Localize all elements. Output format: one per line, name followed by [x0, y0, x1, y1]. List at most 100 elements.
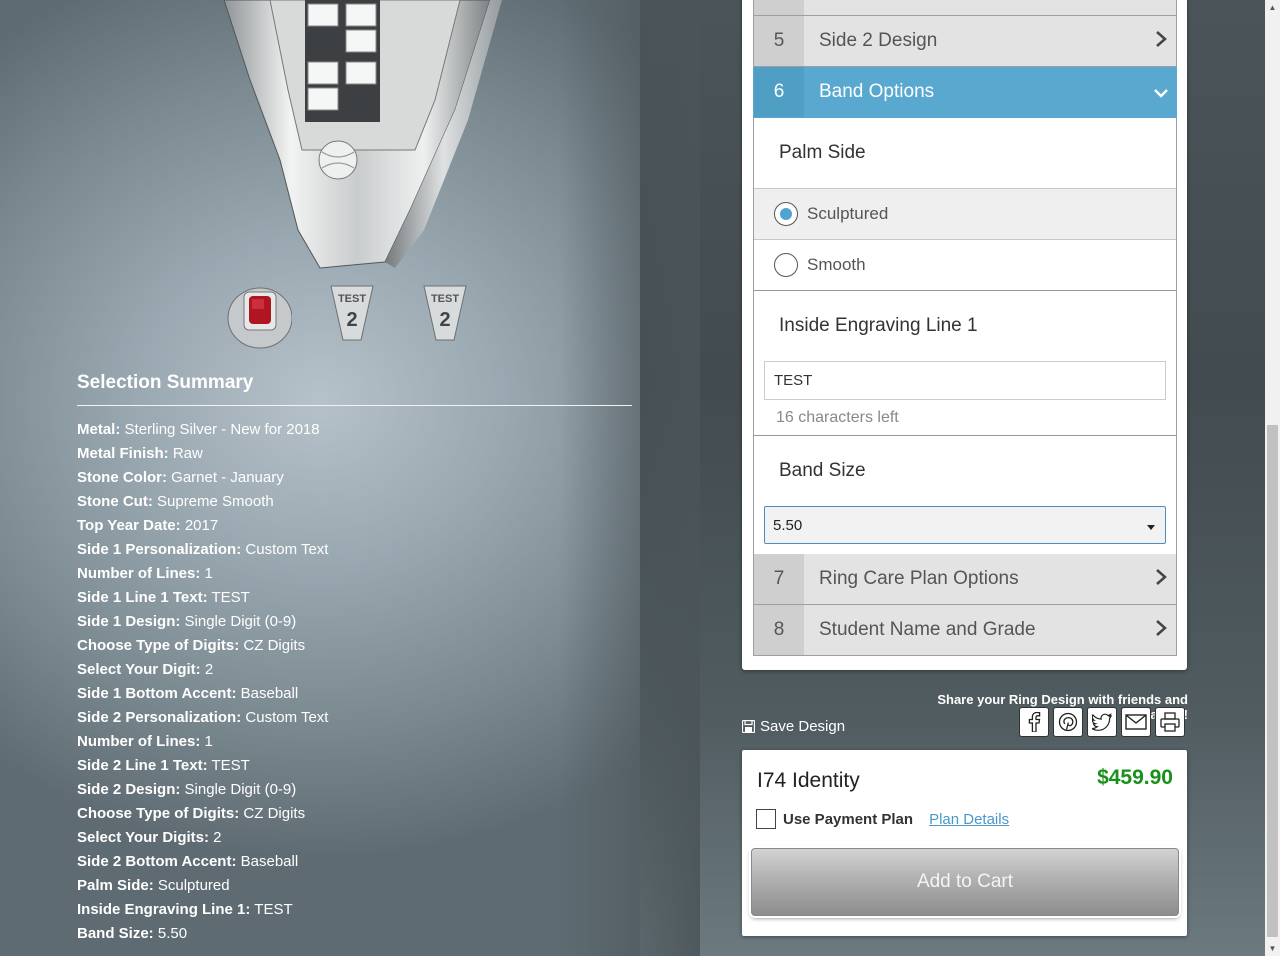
thumbnail-side-1[interactable]: TEST 2 [317, 282, 387, 352]
thumbnail-side-2[interactable]: TEST 2 [410, 282, 480, 352]
page-scrollbar[interactable]: ▲ ▼ [1265, 0, 1280, 956]
summary-item-value: TEST [211, 589, 250, 606]
summary-item-value: CZ Digits [243, 805, 306, 822]
thumbnail-side-2-text: TEST [431, 293, 459, 305]
summary-item: Band Size: 5.50 [77, 922, 632, 946]
summary-item-key: Stone Color: [77, 469, 167, 486]
summary-item-value: Single Digit (0-9) [184, 781, 297, 798]
radio-unselected-icon[interactable] [774, 253, 798, 277]
step-number: 8 [754, 605, 804, 655]
payment-plan-row: Use Payment Plan Plan Details [756, 809, 1009, 829]
chevron-right-icon [1146, 566, 1176, 592]
summary-item-value: Garnet - January [171, 469, 284, 486]
summary-item-value: 2017 [184, 517, 219, 534]
palm-side-heading: Palm Side [754, 118, 1176, 189]
cart-box: I74 Identity $459.90 Use Payment Plan Pl… [742, 750, 1187, 936]
summary-item-key: Side 2 Design: [77, 781, 181, 798]
save-design-button[interactable]: Save Design [742, 718, 845, 735]
palm-option-sculptured[interactable]: Sculptured [754, 189, 1176, 240]
twitter-icon [1092, 713, 1112, 731]
scroll-down-arrow-icon[interactable]: ▼ [1268, 944, 1277, 953]
summary-list: Metal: Sterling Silver - New for 2018 Met… [77, 418, 632, 946]
summary-item: Side 1 Bottom Accent: Baseball [77, 682, 632, 706]
step-label: Side 2 Design [819, 30, 938, 51]
palm-option-label: Smooth [807, 255, 866, 274]
step-label: Band Options [819, 81, 935, 102]
product-price: $459.90 [1097, 766, 1173, 789]
save-design-label: Save Design [760, 718, 846, 735]
summary-item-key: Metal: [77, 421, 121, 438]
summary-item: Stone Color: Garnet - January [77, 466, 632, 490]
summary-title: Selection Summary [77, 372, 632, 406]
scrollbar-thumb[interactable] [1267, 425, 1278, 937]
band-options-body: Palm Side Sculptured Smooth Inside Engra… [753, 118, 1177, 554]
facebook-share-button[interactable] [1019, 707, 1049, 737]
selection-summary: Selection Summary Metal: Sterling Silver… [77, 372, 632, 946]
step-ring-care-plan[interactable]: 7 Ring Care Plan Options [753, 554, 1177, 605]
engraving-characters-left: 16 characters left [754, 400, 1176, 436]
summary-item-key: Palm Side: [77, 877, 154, 894]
thumbnail-top-view[interactable] [222, 282, 292, 352]
step-band-options[interactable]: 6 Band Options [753, 67, 1177, 118]
summary-item-value: Single Digit (0-9) [184, 613, 297, 630]
summary-item-key: Metal Finish: [77, 445, 169, 462]
thumbnail-side-1-text: TEST [338, 293, 366, 305]
step-label: Ring Care Plan Options [819, 568, 1019, 589]
summary-item: Inside Engraving Line 1: TEST [77, 898, 632, 922]
summary-item-value: Supreme Smooth [157, 493, 274, 510]
summary-item-value: Custom Text [245, 541, 329, 558]
summary-item-key: Select Your Digits: [77, 829, 209, 846]
svg-text:2: 2 [346, 309, 357, 331]
summary-item: Number of Lines: 1 [77, 562, 632, 586]
summary-item-value: 2 [204, 661, 214, 678]
summary-item-value: Sterling Silver - New for 2018 [124, 421, 320, 438]
band-size-value: 5.50 [773, 516, 803, 534]
step-4-partial[interactable] [753, 0, 1177, 16]
email-share-button[interactable] [1121, 707, 1151, 737]
summary-item-key: Inside Engraving Line 1: [77, 901, 251, 918]
summary-item: Side 2 Bottom Accent: Baseball [77, 850, 632, 874]
palm-option-smooth[interactable]: Smooth [754, 240, 1176, 291]
summary-item-value: Raw [172, 445, 203, 462]
summary-item-value: 2 [213, 829, 222, 846]
chevron-right-icon [1146, 617, 1176, 643]
summary-item-key: Side 1 Personalization: [77, 541, 242, 558]
step-number: 7 [754, 554, 804, 604]
summary-item: Side 1 Line 1 Text: TEST [77, 586, 632, 610]
summary-item: Number of Lines: 1 [77, 730, 632, 754]
print-button[interactable] [1155, 707, 1185, 737]
summary-item-value: Custom Text [245, 709, 329, 726]
scroll-up-arrow-icon[interactable]: ▲ [1268, 3, 1277, 12]
printer-icon [1160, 712, 1180, 732]
twitter-share-button[interactable] [1087, 707, 1117, 737]
ring-image [223, 0, 502, 269]
chevron-down-icon [1146, 79, 1176, 105]
summary-item-value: CZ Digits [243, 637, 306, 654]
summary-item: Choose Type of Digits: CZ Digits [77, 802, 632, 826]
summary-item-key: Side 1 Bottom Accent: [77, 685, 237, 702]
summary-item: Palm Side: Sculptured [77, 874, 632, 898]
envelope-icon [1125, 714, 1147, 730]
step-student-name-grade[interactable]: 8 Student Name and Grade [753, 605, 1177, 656]
summary-item: Side 2 Design: Single Digit (0-9) [77, 778, 632, 802]
step-number: 5 [754, 16, 804, 66]
summary-item-key: Top Year Date: [77, 517, 181, 534]
step-side-2-design[interactable]: 5 Side 2 Design [753, 16, 1177, 67]
summary-item-key: Side 2 Line 1 Text: [77, 757, 208, 774]
summary-item: Stone Cut: Supreme Smooth [77, 490, 632, 514]
band-size-select[interactable]: 5.50 [764, 506, 1166, 544]
summary-item: Top Year Date: 2017 [77, 514, 632, 538]
summary-item-key: Band Size: [77, 925, 154, 942]
payment-plan-label[interactable]: Use Payment Plan [783, 811, 913, 828]
summary-item: Choose Type of Digits: CZ Digits [77, 634, 632, 658]
facebook-icon [1028, 712, 1041, 732]
plan-details-link[interactable]: Plan Details [929, 811, 1009, 828]
add-to-cart-button[interactable]: Add to Cart [751, 848, 1179, 916]
pinterest-share-button[interactable] [1053, 707, 1083, 737]
payment-plan-checkbox[interactable] [756, 809, 776, 829]
radio-selected-icon[interactable] [774, 202, 798, 226]
engraving-input[interactable]: TEST [764, 361, 1166, 400]
summary-item: Metal Finish: Raw [77, 442, 632, 466]
summary-item-key: Side 2 Bottom Accent: [77, 853, 237, 870]
summary-item: Side 1 Design: Single Digit (0-9) [77, 610, 632, 634]
